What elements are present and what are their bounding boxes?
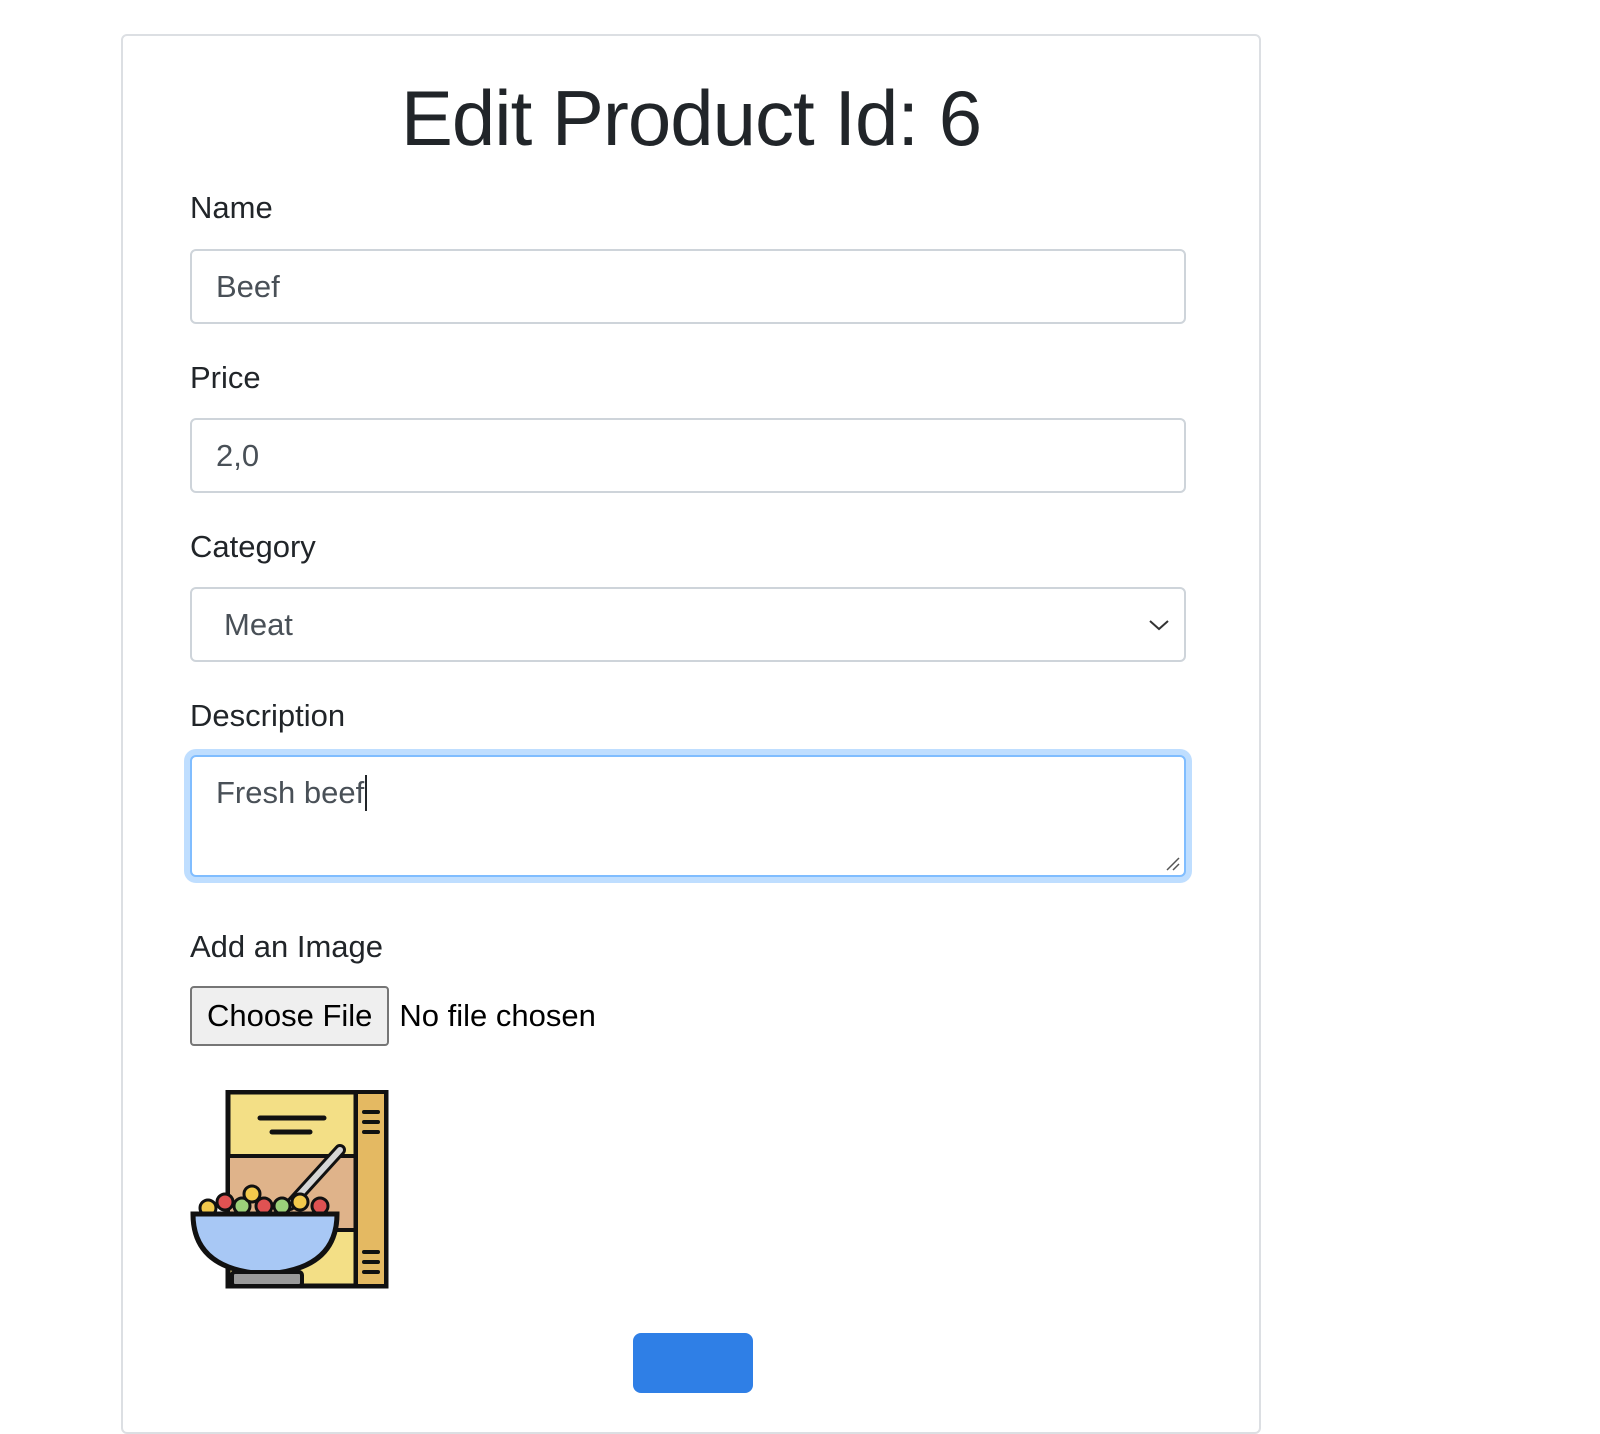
cereal-box-bowl-icon — [190, 1090, 389, 1289]
price-input-value: 2,0 — [216, 437, 260, 473]
text-caret — [365, 775, 368, 811]
resize-handle-icon[interactable] — [1164, 855, 1180, 871]
description-label: Description — [190, 698, 346, 733]
chevron-down-icon — [1149, 619, 1169, 630]
choose-file-button[interactable]: Choose File — [190, 986, 390, 1046]
price-label: Price — [190, 360, 261, 395]
name-input[interactable]: Beef — [190, 249, 1186, 324]
page-title: Edit Product Id: 6 — [400, 74, 982, 162]
name-input-value: Beef — [216, 268, 280, 304]
category-label: Category — [190, 529, 316, 564]
category-select[interactable]: Meat — [190, 587, 1186, 662]
submit-button[interactable] — [633, 1333, 753, 1393]
category-selected-value: Meat — [224, 606, 293, 642]
description-value: Fresh beef — [216, 775, 365, 810]
edit-product-card: Edit Product Id: 6 Name Beef Price 2,0 C… — [121, 34, 1261, 1434]
file-input[interactable]: Choose File No file chosen — [190, 986, 596, 1046]
image-label: Add an Image — [190, 929, 384, 964]
file-status-text: No file chosen — [399, 998, 596, 1033]
description-textarea[interactable]: Fresh beef — [190, 755, 1186, 877]
name-label: Name — [190, 190, 273, 225]
price-input[interactable]: 2,0 — [190, 418, 1186, 493]
